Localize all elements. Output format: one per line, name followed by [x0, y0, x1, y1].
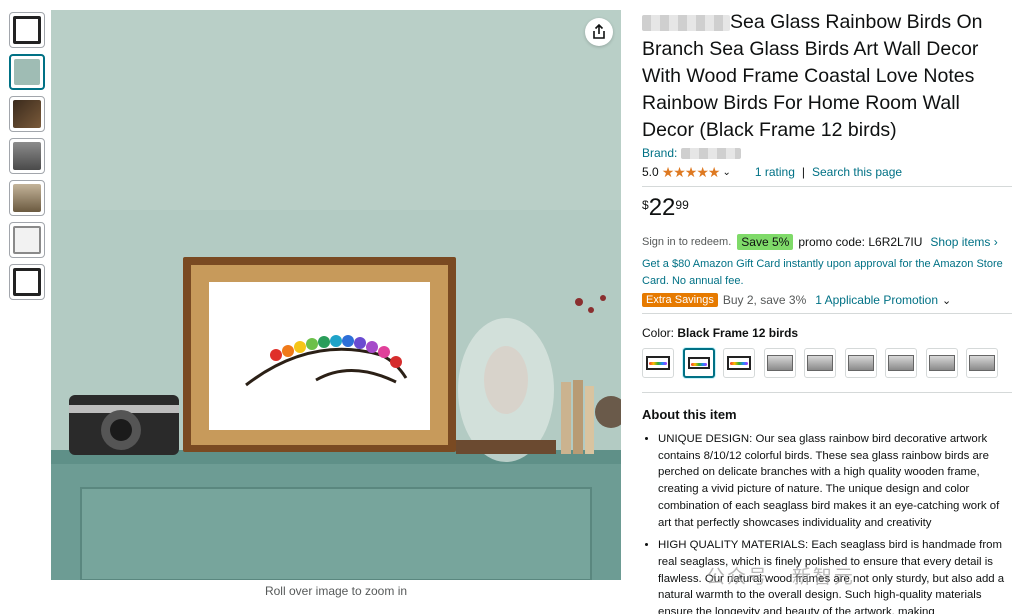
divider — [642, 313, 1012, 314]
chevron-down-icon[interactable]: ⌄ — [722, 167, 730, 178]
thumbnail-image — [13, 100, 41, 128]
color-swatch-9[interactable] — [966, 348, 998, 378]
color-swatch-6[interactable] — [844, 348, 877, 378]
promo-row: Sign in to redeem. Save 5% promo code: L… — [642, 234, 1012, 250]
rating-row: 5.0 ★★★★★ ⌄ 1 rating | Search this page — [642, 164, 1012, 180]
thumbnail-6[interactable] — [9, 222, 45, 258]
color-swatch-4[interactable] — [763, 348, 796, 378]
zoom-hint: Roll over image to zoom in — [264, 584, 408, 598]
about-title: About this item — [642, 407, 737, 422]
thumbnail-image — [14, 59, 40, 85]
thumbnail-5[interactable] — [9, 180, 45, 216]
thumbnail-3[interactable] — [9, 96, 45, 132]
promo-code: promo code: L6R2L7IU — [798, 235, 923, 249]
color-swatch-7[interactable] — [885, 348, 917, 378]
thumbnail-1[interactable] — [9, 12, 45, 48]
swatch-birds — [730, 362, 748, 365]
save-badge: Save 5% — [737, 234, 794, 250]
divider — [642, 392, 1012, 393]
thumbnail-image — [13, 268, 41, 296]
swatch-birds — [649, 362, 667, 365]
bullet-item: UNIQUE DESIGN: Our sea glass rainbow bir… — [658, 431, 1012, 531]
swatch-image — [766, 355, 793, 371]
swatch-birds — [690, 363, 707, 366]
product-scene-illustration — [51, 10, 621, 580]
extra-savings-badge: Extra Savings — [642, 293, 718, 307]
color-row: Color: Black Frame 12 birds — [642, 326, 1012, 340]
thumbnail-image — [13, 16, 41, 44]
gift-card-offer[interactable]: Get a $80 Amazon Gift Card instantly upo… — [642, 256, 1012, 290]
swatch-image — [969, 355, 995, 371]
price-symbol: $ — [642, 198, 649, 212]
share-button[interactable] — [585, 18, 613, 46]
swatch-image — [807, 355, 833, 371]
color-swatches — [642, 348, 1012, 378]
rating-value: 5.0 — [642, 165, 659, 179]
star-rating-icon[interactable]: ★★★★★ — [662, 164, 721, 181]
price: $ 22 99 — [642, 195, 1012, 221]
redeem-text[interactable]: Sign in to redeem. — [642, 236, 731, 248]
thumbnail-image — [13, 142, 41, 170]
chevron-down-icon[interactable]: ⌄ — [942, 294, 951, 307]
main-product-image[interactable] — [51, 10, 621, 580]
swatch-image — [847, 355, 874, 371]
brand-row: Brand: — [642, 146, 1012, 161]
color-swatch-8[interactable] — [925, 348, 958, 378]
divider — [642, 186, 1012, 187]
watermark: 公众号 · 新智元 — [706, 567, 855, 588]
shop-items-link[interactable]: Shop items › — [930, 235, 997, 249]
color-label: Color: — [642, 326, 675, 340]
color-swatch-2[interactable] — [682, 348, 715, 378]
product-title: Sea Glass Rainbow Birds On Branch Sea Gl… — [642, 11, 983, 141]
color-selected: Black Frame 12 birds — [677, 326, 799, 340]
price-fraction: 99 — [675, 198, 689, 212]
thumbnail-strip — [9, 12, 45, 306]
color-swatch-5[interactable] — [804, 348, 836, 378]
swatch-image — [928, 355, 955, 371]
thumbnail-4[interactable] — [9, 138, 45, 174]
thumbnail-2[interactable] — [9, 54, 45, 90]
extra-savings-row: Extra Savings Buy 2, save 3% 1 Applicabl… — [642, 293, 1012, 307]
product-details: Sea Glass Rainbow Birds On Branch Sea Gl… — [642, 9, 1012, 614]
rating-count-link[interactable]: 1 rating — [755, 165, 795, 179]
price-whole: 22 — [648, 194, 676, 221]
search-page-link[interactable]: Search this page — [812, 165, 902, 179]
brand-link[interactable]: Brand: — [642, 146, 677, 160]
color-swatch-1[interactable] — [642, 348, 674, 378]
applicable-promotion-link[interactable]: 1 Applicable Promotion — [815, 293, 938, 307]
color-swatch-3[interactable] — [723, 348, 755, 378]
swatch-image — [888, 355, 914, 371]
thumbnail-image — [13, 226, 41, 254]
buy-text: Buy 2, save 3% — [722, 293, 807, 307]
share-icon — [593, 24, 605, 39]
redacted-brand-name — [642, 14, 730, 31]
thumbnail-image — [13, 184, 41, 212]
rating-separator: | — [801, 165, 805, 179]
thumbnail-7[interactable] — [9, 264, 45, 300]
redacted-brand — [680, 148, 741, 160]
